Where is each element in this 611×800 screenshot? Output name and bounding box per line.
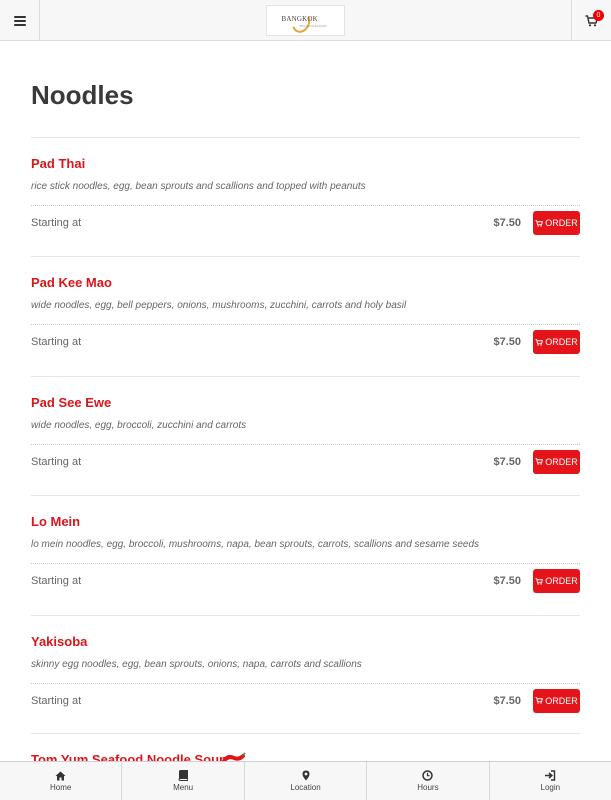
nav-label: Location: [290, 783, 321, 792]
logo-image: BANGKOK THAI RESTAURANT: [276, 8, 336, 35]
order-button[interactable]: ORDER: [533, 211, 580, 235]
item-name[interactable]: Pad See Ewe: [31, 395, 111, 410]
nav-label: Login: [540, 783, 561, 792]
cart-count-badge: 0: [593, 10, 604, 21]
map-marker-icon: [302, 770, 310, 781]
order-button[interactable]: ORDER: [533, 330, 580, 355]
cart-icon: [535, 339, 544, 346]
menu-item: Lo Mein lo mein noodles, egg, broccoli, …: [31, 495, 580, 614]
nav-label: Home: [50, 782, 72, 792]
item-price: $7.50: [493, 217, 521, 229]
nav-label: Menu: [173, 783, 194, 792]
hamburger-icon: [13, 15, 26, 18]
dotted-divider: [31, 443, 580, 445]
menu-item: Tom Yum Seafood Noodle Soup: [31, 733, 580, 767]
logo-text: BANGKOK: [281, 14, 318, 23]
menu-item: Pad Thai rice stick noodles, egg, bean s…: [31, 137, 580, 256]
starting-at-label: Starting at: [31, 336, 82, 349]
order-button-label: ORDER: [545, 576, 578, 587]
nav-label: Hours: [417, 783, 439, 792]
top-bar: BANGKOK THAI RESTAURANT 0: [0, 0, 611, 41]
dotted-divider: [31, 563, 580, 565]
hamburger-menu-button[interactable]: [0, 0, 40, 41]
logo-subtext: THAI RESTAURANT: [299, 23, 328, 28]
item-price: $7.50: [493, 575, 521, 588]
home-icon: [55, 771, 66, 780]
nav-location[interactable]: Location: [245, 762, 368, 800]
menu-item: Yakisoba skinny egg noodles, egg, bean s…: [31, 614, 580, 734]
page-title: Noodles: [31, 80, 134, 110]
starting-at-label: Starting at: [31, 455, 82, 468]
item-price: $7.50: [493, 694, 521, 707]
menu-item-list: Pad Thai rice stick noodles, egg, bean s…: [31, 137, 580, 734]
menu-item: Pad Kee Mao wide noodles, egg, bell pepp…: [31, 256, 580, 375]
book-icon: [178, 770, 189, 781]
nav-menu[interactable]: Menu: [122, 762, 245, 800]
menu-item: Pad See Ewe wide noodles, egg, broccoli,…: [31, 375, 580, 495]
item-name[interactable]: Lo Mein: [31, 514, 80, 529]
item-name[interactable]: Pad Thai: [31, 156, 85, 171]
cart-button[interactable]: 0: [571, 0, 611, 41]
item-description: wide noodles, egg, broccoli, zucchini an…: [31, 419, 247, 431]
restaurant-logo[interactable]: BANGKOK THAI RESTAURANT: [266, 5, 345, 36]
clock-icon: [422, 770, 434, 781]
starting-at-label: Starting at: [31, 694, 82, 707]
sign-in-icon: [545, 770, 556, 781]
item-name[interactable]: Yakisoba: [31, 634, 87, 649]
item-description: rice stick noodles, egg, bean sprouts an…: [31, 181, 366, 192]
dotted-divider: [31, 324, 580, 326]
order-button-label: ORDER: [545, 218, 578, 228]
bottom-navigation: Home Menu Location Hours Login: [0, 761, 611, 800]
item-description: lo mein noodles, egg, broccoli, mushroom…: [31, 539, 480, 551]
item-price: $7.50: [493, 336, 521, 349]
item-description: skinny egg noodles, egg, bean sprouts, o…: [31, 658, 362, 670]
cart-icon: [535, 697, 544, 704]
starting-at-label: Starting at: [31, 575, 82, 588]
cart-icon: [535, 577, 544, 585]
dotted-divider: [31, 205, 580, 206]
cart-icon: [535, 458, 544, 465]
order-button[interactable]: ORDER: [533, 449, 580, 474]
order-button-label: ORDER: [545, 337, 578, 348]
nav-login[interactable]: Login: [490, 762, 611, 800]
nav-hours[interactable]: Hours: [367, 762, 490, 800]
starting-at-label: Starting at: [31, 217, 82, 229]
order-button-label: ORDER: [545, 695, 578, 706]
item-name[interactable]: Pad Kee Mao: [31, 275, 112, 290]
cart-icon: [535, 219, 544, 227]
dotted-divider: [31, 682, 580, 684]
order-button-label: ORDER: [545, 456, 578, 467]
item-description: wide noodles, egg, bell peppers, onions,…: [31, 300, 407, 312]
order-button[interactable]: ORDER: [533, 688, 580, 713]
order-button[interactable]: ORDER: [533, 569, 580, 594]
nav-home[interactable]: Home: [0, 762, 123, 800]
item-price: $7.50: [493, 455, 521, 468]
